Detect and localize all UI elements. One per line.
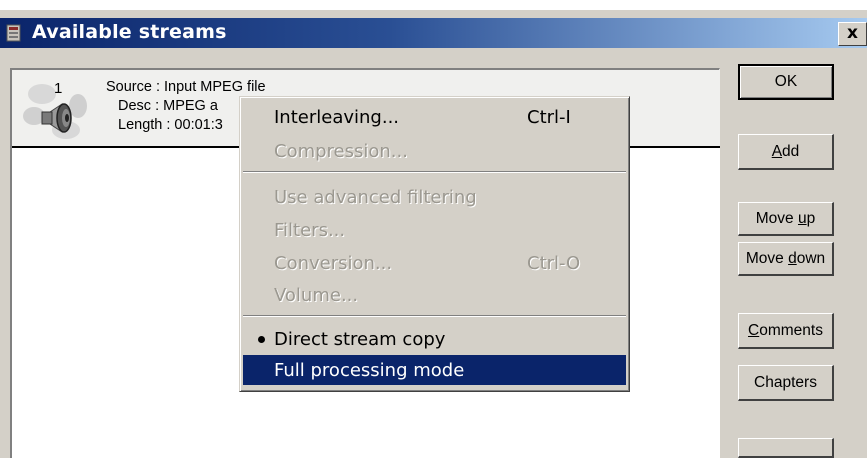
move-down-button[interactable]: Move down xyxy=(738,242,834,276)
menu-item-conversion[interactable]: Conversion... Ctrl-O xyxy=(243,248,626,278)
menu-item-use-advanced-filtering[interactable]: Use advanced filtering xyxy=(243,182,626,212)
stream-length: Length : 00:01:3 xyxy=(118,117,223,133)
close-button[interactable]: x xyxy=(838,22,867,46)
menu-item-shortcut: Ctrl-I xyxy=(527,107,571,128)
context-menu: Interleaving... Ctrl-I Compression... Us… xyxy=(239,96,630,392)
menu-item-direct-stream-copy[interactable]: Direct stream copy xyxy=(243,324,626,354)
menu-item-filters[interactable]: Filters... xyxy=(243,215,626,245)
comments-label-post: omments xyxy=(759,322,823,339)
menu-item-volume[interactable]: Volume... xyxy=(243,280,626,310)
ok-button[interactable]: OK xyxy=(738,64,834,100)
stream-source: Source : Input MPEG file xyxy=(106,79,266,95)
menu-separator xyxy=(243,171,626,173)
radio-bullet-icon xyxy=(258,336,265,343)
menu-item-label: Conversion... xyxy=(274,253,393,274)
menu-item-label: Full processing mode xyxy=(274,360,465,381)
dialog-icon xyxy=(6,24,22,42)
comments-label-key: C xyxy=(748,322,760,339)
menu-item-shortcut: Ctrl-O xyxy=(527,253,581,274)
menu-item-interleaving[interactable]: Interleaving... Ctrl-I xyxy=(243,102,626,132)
stream-description: Desc : MPEG a xyxy=(118,98,218,114)
move-down-label-post: own xyxy=(796,250,826,267)
menu-item-compression[interactable]: Compression... xyxy=(243,136,626,166)
add-label-key: A xyxy=(771,143,783,160)
move-up-label-post: p xyxy=(806,210,816,227)
add-label-post: dd xyxy=(782,143,800,160)
title-bar[interactable]: Available streams x xyxy=(0,18,867,48)
menu-item-label: Use advanced filtering xyxy=(274,187,477,208)
ok-button-label: OK xyxy=(774,73,798,90)
comments-button[interactable]: Comments xyxy=(738,313,834,349)
move-up-label-pre: Move xyxy=(755,210,798,227)
chapters-button[interactable]: Chapters xyxy=(738,365,834,401)
chapters-button-label: Chapters xyxy=(754,374,817,391)
close-icon: x xyxy=(847,23,858,43)
move-down-label-pre: Move xyxy=(745,250,789,267)
move-up-button[interactable]: Move up xyxy=(738,202,834,236)
menu-item-label: Direct stream copy xyxy=(274,329,446,350)
top-strip xyxy=(0,0,867,10)
menu-item-label: Interleaving... xyxy=(274,107,400,128)
partially-visible-button[interactable] xyxy=(738,438,834,458)
menu-separator xyxy=(243,315,626,317)
menu-item-label: Compression... xyxy=(274,141,408,162)
move-down-label-key: d xyxy=(788,250,797,267)
available-streams-dialog: Available streams x 1 Source : Input MPE… xyxy=(0,0,867,458)
add-button[interactable]: Add xyxy=(738,134,834,170)
dialog-title: Available streams xyxy=(32,21,227,43)
menu-item-label: Volume... xyxy=(274,285,359,306)
stream-number: 1 xyxy=(54,80,63,97)
move-up-label-key: u xyxy=(797,210,807,227)
menu-item-full-processing-mode[interactable]: Full processing mode xyxy=(243,355,626,385)
menu-item-label: Filters... xyxy=(274,220,346,241)
